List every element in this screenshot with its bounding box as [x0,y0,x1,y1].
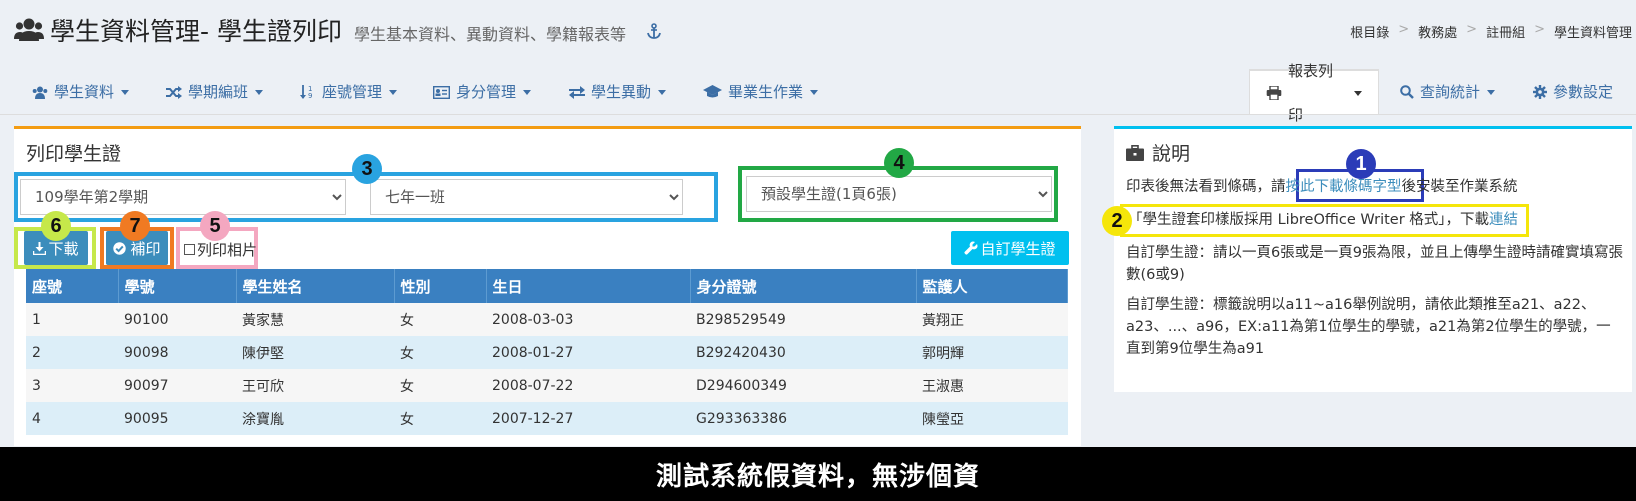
help-line-template: 「學生證套印樣版採用 LibreOffice Writer 格式」，下載連結 [1128,212,1519,228]
sort-numeric-icon: 19 [300,85,316,99]
breadcrumb-root[interactable]: 根目錄 [1350,22,1389,41]
nav-settings[interactable]: 參數設定 [1533,70,1613,114]
subtitle-text: 學生基本資料、異動資料、學籍報表等 [353,25,626,44]
users-icon [14,17,44,43]
breadcrumb: 根目錄 > 教務處 > 註冊組 > 學生資料管理 [1350,22,1632,41]
custom-card-button[interactable]: 自訂學生證 [951,231,1069,265]
breadcrumb-current: 學生資料管理 [1553,26,1632,41]
checkbox-box[interactable] [184,244,195,255]
table-row[interactable]: 2 90098 陳伊堅 女 2008-01-27 B292420430 郭明輝 [26,336,1068,369]
title-text: 學生資料管理- 學生證列印 [50,17,342,46]
template-download-link[interactable]: 連結 [1489,212,1518,228]
download-icon [33,241,47,255]
nav-student-change[interactable]: 學生異動 [569,70,667,114]
svg-text:9: 9 [308,92,312,99]
nav-class-assign[interactable]: 學期編班 [166,70,264,114]
help-title: 說明 [1126,139,1190,166]
help-line-custom-count: 自訂學生證：請以一頁6張或是一頁9張為限，並且上傳學生證時請確實填寫張數(6或9… [1126,245,1623,283]
nav-identity[interactable]: 身分管理 [433,70,532,114]
table-row[interactable]: 3 90097 王可欣 女 2008-07-22 D294600349 王淑惠 [26,369,1068,402]
panel-title: 列印學生證 [26,143,122,165]
print-photo-checkbox[interactable]: 列印相片 [184,239,257,260]
table-row[interactable]: 1 90100 黃家慧 女 2008-03-03 B298529549 黃翔正 [26,303,1068,336]
nav-divider [0,114,1636,115]
gear-icon [1533,85,1547,99]
breadcrumb-separator: > [1398,22,1410,37]
badge-6: 6 [41,211,71,241]
class-select[interactable]: 七年一班 [370,179,683,215]
badge-7: 7 [120,211,150,241]
breadcrumb-separator: > [1466,22,1478,37]
page-header: 學生資料管理- 學生證列印 學生基本資料、異動資料、學籍報表等 根目錄 > 教務… [0,0,1636,60]
shuffle-icon [166,85,182,99]
semester-select[interactable]: 109學年第2學期 [20,179,346,215]
main-nav: 學生資料 學期編班 19 座號管理 身分管理 學生異動 畢業生作業 報表列印 查… [0,62,1636,124]
breadcrumb-registry[interactable]: 註冊組 [1486,22,1525,41]
search-icon [1400,85,1414,99]
anchor-icon[interactable] [646,23,662,43]
badge-3: 3 [352,154,382,184]
column-header-name[interactable]: 學生姓名 [236,269,395,303]
breadcrumb-separator: > [1534,22,1545,37]
test-data-banner: 測試系統假資料，無涉個資 [0,447,1636,501]
barcode-font-link[interactable]: 按此下載條碼字型 [1286,179,1402,195]
help-line-barcode: 印表後無法看到條碼，請按此下載條碼字型後安裝至作業系統 [1126,179,1518,195]
nav-student-data[interactable]: 學生資料 [32,70,130,114]
help-panel: 說明 印表後無法看到條碼，請按此下載條碼字型後安裝至作業系統 1 「學生證套印樣… [1102,126,1632,392]
nav-seat-number[interactable]: 19 座號管理 [300,70,398,114]
breadcrumb-academic[interactable]: 教務處 [1418,22,1457,41]
column-header-student-id[interactable]: 學號 [118,269,237,303]
template-select[interactable]: 預設學生證(1頁6張) [746,176,1052,212]
badge-4: 4 [884,148,914,178]
print-icon [1266,86,1282,100]
page-title: 學生資料管理- 學生證列印 學生基本資料、異動資料、學籍報表等 [14,12,662,48]
table-row[interactable]: 4 90095 涂寶胤 女 2007-12-27 G293363386 陳瑩亞 [26,402,1068,435]
nav-report-print[interactable]: 報表列印 [1249,62,1379,124]
column-header-birthday[interactable]: 生日 [486,269,691,303]
nav-query-stats[interactable]: 查詢統計 [1400,70,1496,114]
exchange-icon [569,85,585,99]
briefcase-icon [1126,144,1144,161]
column-header-gender[interactable]: 性別 [394,269,487,303]
id-card-icon [433,85,450,99]
print-student-card-panel: 列印學生證 109學年第2學期 七年一班 預設學生證(1頁6張) 下載 補印 列… [14,126,1081,446]
badge-2: 2 [1102,206,1132,236]
column-header-id-number[interactable]: 身分證號 [690,269,917,303]
nav-graduate[interactable]: 畢業生作業 [703,70,819,114]
wrench-icon [964,241,978,255]
student-table: 座號 學號 學生姓名 性別 生日 身分證號 監護人 1 90100 黃家慧 女 … [26,269,1068,435]
check-circle-icon [113,241,127,255]
column-header-guardian[interactable]: 監護人 [916,269,1068,303]
badge-1: 1 [1346,149,1376,179]
help-line-custom-labels: 自訂學生證：標籤說明以a11~a16舉例說明，請依此類推至a21、a22、a23… [1126,297,1611,357]
badge-5: 5 [200,211,230,241]
users-icon [32,86,48,99]
column-header-seat[interactable]: 座號 [26,269,119,303]
graduation-cap-icon [703,85,722,99]
table-header-row: 座號 學號 學生姓名 性別 生日 身分證號 監護人 [26,269,1068,303]
